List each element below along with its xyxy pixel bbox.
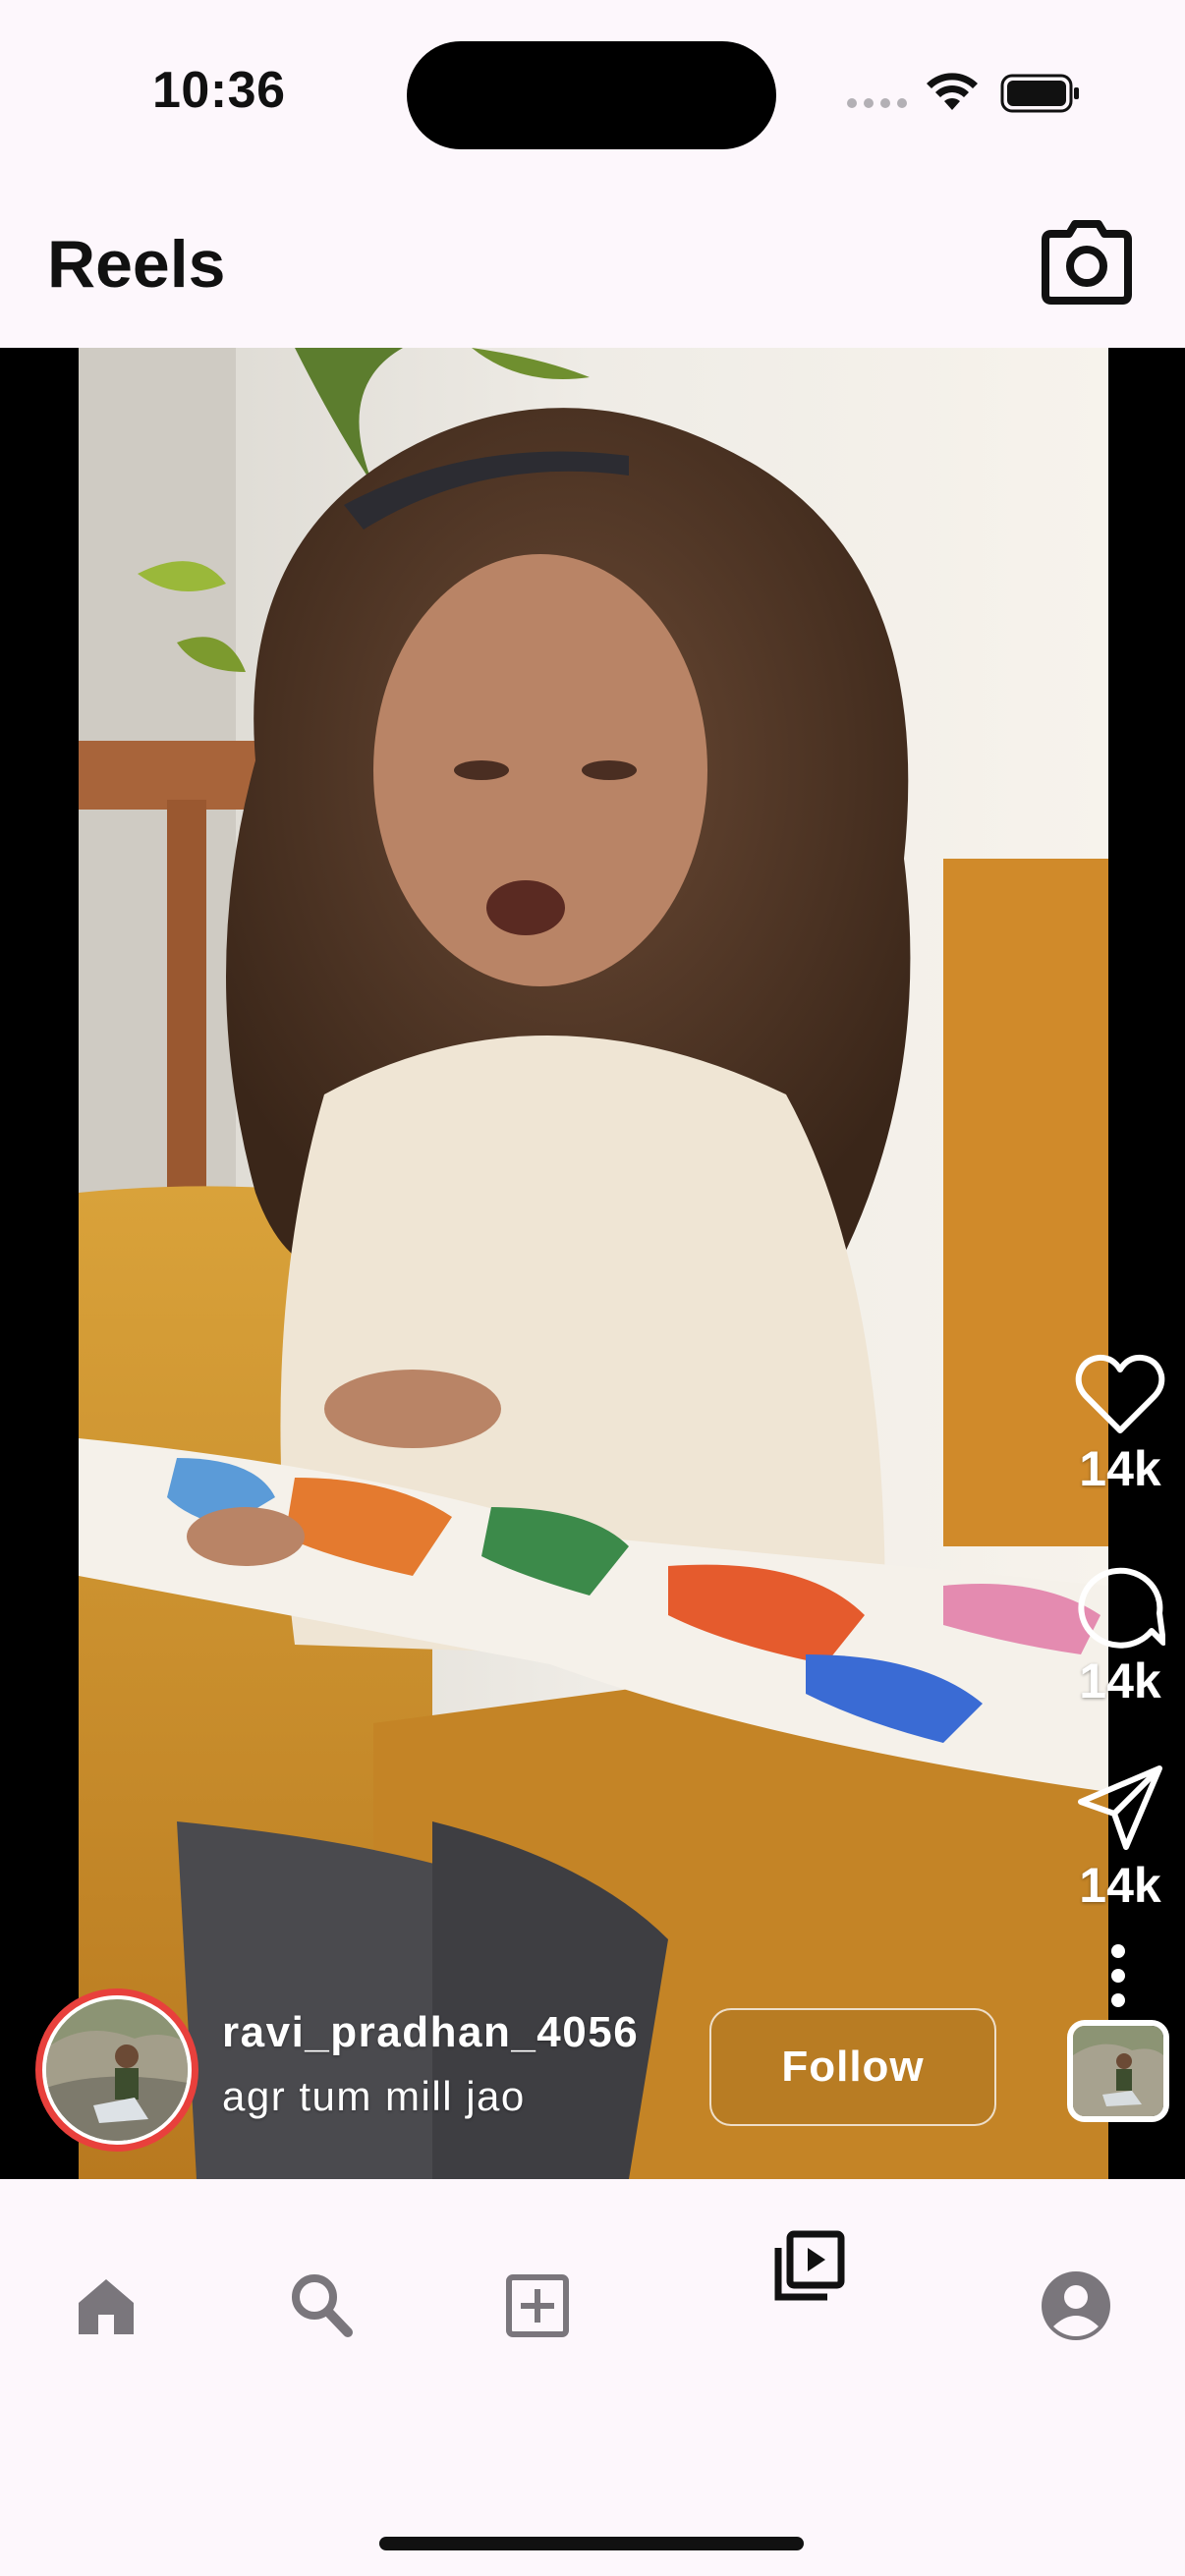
camera-icon bbox=[1042, 220, 1132, 305]
status-bar: 10:36 bbox=[0, 0, 1185, 187]
creator-avatar-image bbox=[46, 1999, 188, 2141]
heart-icon bbox=[1075, 1354, 1165, 1433]
wifi-icon bbox=[927, 73, 978, 110]
reel-player[interactable]: 14k 14k 14k ravi_pradhan_4056 agr tum mi… bbox=[0, 348, 1185, 2179]
comment-action[interactable]: 14k bbox=[1061, 1562, 1179, 1709]
send-icon bbox=[1078, 1765, 1162, 1850]
cellular-signal-icon bbox=[847, 98, 907, 108]
audio-thumbnail-image bbox=[1073, 2026, 1163, 2116]
nav-search[interactable] bbox=[289, 2271, 354, 2345]
like-count: 14k bbox=[1079, 1441, 1161, 1496]
like-action[interactable]: 14k bbox=[1061, 1354, 1179, 1497]
bottom-navigation bbox=[0, 2179, 1185, 2576]
home-icon bbox=[79, 2279, 134, 2334]
battery-icon bbox=[1000, 74, 1079, 113]
comment-icon bbox=[1078, 1567, 1165, 1649]
page-title: Reels bbox=[47, 227, 226, 302]
share-action[interactable]: 14k bbox=[1061, 1763, 1179, 1914]
nav-reels[interactable] bbox=[772, 2230, 845, 2306]
add-box-icon bbox=[506, 2274, 569, 2337]
dynamic-island bbox=[407, 41, 776, 149]
nav-home[interactable] bbox=[75, 2275, 138, 2343]
creator-username[interactable]: ravi_pradhan_4056 bbox=[222, 2008, 639, 2057]
more-options-button[interactable] bbox=[1099, 1943, 1138, 2008]
reel-video-frame bbox=[79, 348, 1108, 2179]
nav-create[interactable] bbox=[505, 2273, 570, 2343]
profile-icon bbox=[1042, 2271, 1110, 2340]
reel-video[interactable] bbox=[79, 348, 1108, 2179]
audio-thumbnail[interactable] bbox=[1067, 2020, 1169, 2122]
more-vertical-icon bbox=[1111, 1944, 1125, 2007]
home-indicator bbox=[379, 2537, 804, 2550]
reels-icon bbox=[774, 2230, 845, 2301]
reels-screen: 10:36 Reels 14k 14k 14k ravi_pradhan_405… bbox=[0, 0, 1185, 2576]
camera-button[interactable] bbox=[1038, 218, 1136, 307]
reel-caption: agr tum mill jao bbox=[222, 2073, 526, 2119]
nav-profile[interactable] bbox=[1040, 2269, 1112, 2347]
follow-button[interactable]: Follow bbox=[709, 2008, 996, 2126]
comment-count: 14k bbox=[1079, 1653, 1161, 1708]
creator-avatar[interactable] bbox=[35, 1988, 198, 2152]
status-time: 10:36 bbox=[152, 62, 286, 119]
search-icon bbox=[292, 2274, 353, 2337]
share-count: 14k bbox=[1079, 1858, 1161, 1913]
app-header: Reels bbox=[0, 196, 1185, 344]
